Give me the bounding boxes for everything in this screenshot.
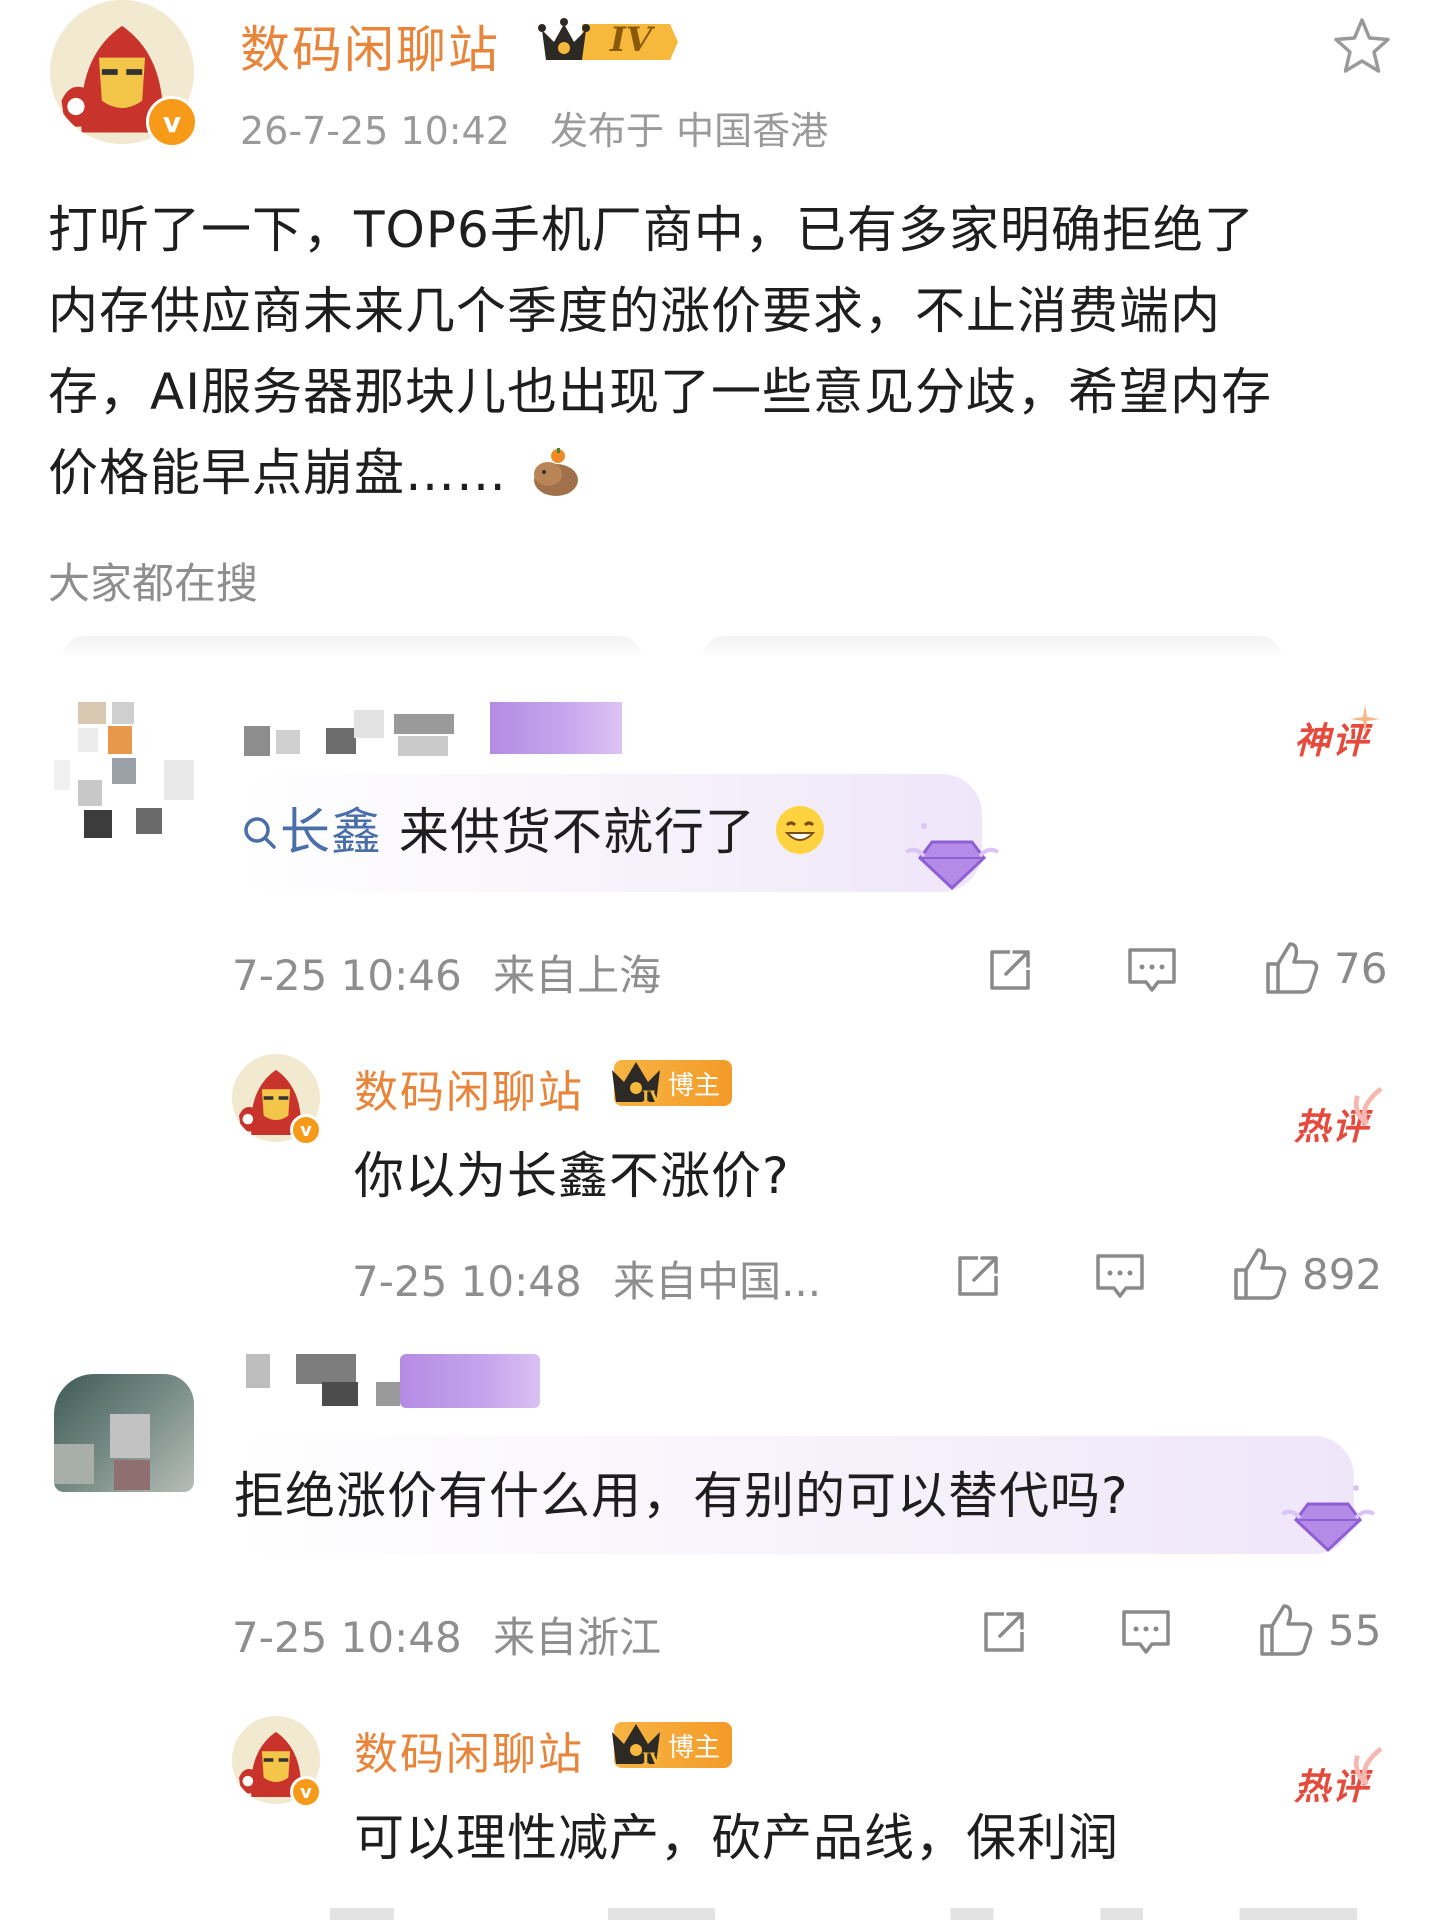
trending-card-right[interactable]: [702, 636, 1282, 658]
comment-icon[interactable]: [1118, 1606, 1174, 1658]
hot-comment-tag: 热评: [1294, 1746, 1383, 1810]
like-button[interactable]: 55: [1256, 1600, 1381, 1660]
share-icon[interactable]: [978, 1606, 1030, 1658]
share-icon[interactable]: [952, 1250, 1004, 1302]
crown-icon: IV: [612, 1724, 662, 1768]
like-button[interactable]: 76: [1262, 938, 1387, 998]
purple-gem-badge-icon: [902, 816, 1002, 896]
search-icon: [244, 817, 276, 849]
commenter-avatar-blurred[interactable]: [48, 700, 198, 850]
post-body-line: 打听了一下，TOP6手机厂商中，已有多家明确拒绝了: [48, 201, 1255, 259]
trending-card-left[interactable]: [62, 636, 642, 658]
commenter-avatar-blurred[interactable]: [54, 1364, 194, 1494]
reply-author-name[interactable]: 数码闲聊站: [354, 1718, 584, 1782]
trending-search-label: 大家都在搜: [48, 559, 259, 608]
comment-text: 长鑫 来供货不就行了: [240, 792, 827, 864]
like-count: 76: [1334, 943, 1388, 993]
post-timestamp: 26-7-25 10:42: [240, 109, 510, 153]
svg-text:IV: IV: [642, 1087, 662, 1106]
blogger-owner-badge: IV 博主: [612, 1722, 733, 1768]
god-comment-tag: 神评: [1294, 704, 1381, 764]
reply-text: 可以理性减产，砍产品线，保利润: [354, 1809, 1119, 1867]
comment-time: 7-25 10:46: [232, 951, 462, 1000]
grin-emoji-icon: [773, 803, 827, 857]
comment-meta: 7-25 10:46 来自上海: [232, 942, 661, 1003]
like-count: 55: [1328, 1605, 1382, 1655]
reply-author-name[interactable]: 数码闲聊站: [354, 1056, 584, 1120]
search-keyword-link[interactable]: 长鑫: [240, 803, 382, 861]
post-body-line-last: 价格能早点崩盘……: [48, 433, 1398, 514]
commenter-name-blurred[interactable]: [236, 1352, 546, 1414]
flame-swoosh-icon: [1353, 1746, 1383, 1786]
thumbs-up-icon: [1234, 1248, 1287, 1300]
reply-meta: 7-25 10:48 来自中国...: [352, 1248, 821, 1309]
crown-icon: IV: [612, 1062, 662, 1106]
reply-text: 你以为长鑫不涨价?: [354, 1147, 790, 1205]
reply-location: 来自中国...: [613, 1257, 822, 1306]
like-count: 892: [1302, 1249, 1383, 1299]
flame-swoosh-icon: [1353, 1086, 1383, 1126]
thumbs-up-icon: [1260, 1604, 1313, 1656]
comment-meta: 7-25 10:48 来自浙江: [232, 1604, 661, 1665]
crown-icon: [538, 18, 678, 60]
hot-comment-tag: 热评: [1294, 1086, 1383, 1150]
comment-time: 7-25 10:48: [232, 1613, 462, 1662]
blogger-owner-badge: IV 博主: [612, 1060, 733, 1106]
comment-icon[interactable]: [1092, 1250, 1148, 1302]
member-crown-badge: IV: [538, 14, 678, 68]
post-body-line: 内存供应商未来几个季度的涨价要求，不止消费端内: [48, 282, 1221, 340]
purple-gem-badge-icon: [1278, 1478, 1378, 1558]
post-author-name[interactable]: 数码闲聊站: [240, 10, 500, 82]
post-location: 发布于 中国香港: [550, 109, 829, 153]
verified-badge-icon: v: [290, 1776, 322, 1808]
post-body: 打听了一下，TOP6手机厂商中，已有多家明确拒绝了 内存供应商未来几个季度的涨价…: [48, 190, 1398, 514]
post-body-line: 存，AI服务器那块儿也出现了一些意见分歧，希望内存: [48, 363, 1272, 421]
comment-icon[interactable]: [1124, 944, 1180, 996]
capybara-emoji-icon: [528, 445, 584, 501]
comment-text: 拒绝涨价有什么用，有别的可以替代吗?: [234, 1467, 1129, 1525]
thumbs-up-icon: [1266, 942, 1319, 994]
favorite-star-icon[interactable]: [1330, 14, 1394, 78]
share-icon[interactable]: [984, 944, 1036, 996]
cutoff-row-fade: [330, 1908, 1400, 1920]
sparkle-icon: [1350, 704, 1381, 734]
comment-location: 来自浙江: [493, 1613, 662, 1662]
level-badge-text: IV: [610, 20, 653, 60]
svg-text:IV: IV: [642, 1749, 662, 1768]
verified-badge-icon: v: [290, 1114, 322, 1146]
like-button[interactable]: 892: [1230, 1244, 1382, 1304]
comment-location: 来自上海: [493, 951, 662, 1000]
reply-time: 7-25 10:48: [352, 1257, 582, 1306]
verified-badge-icon: v: [146, 96, 198, 148]
commenter-name-blurred[interactable]: [244, 700, 644, 760]
post-meta: 26-7-25 10:42 发布于 中国香港: [240, 100, 828, 155]
